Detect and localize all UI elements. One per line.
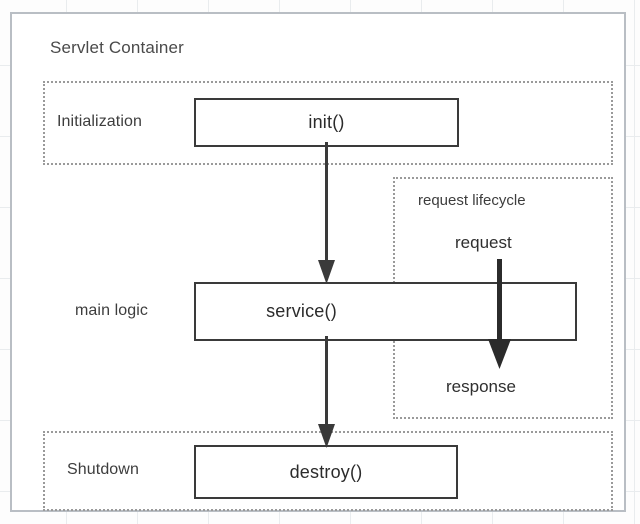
method-box-init-label: init() [308, 112, 345, 132]
servlet-container-title: Servlet Container [50, 38, 184, 57]
phase-label-main-logic: main logic [75, 302, 149, 319]
response-label: response [446, 377, 516, 396]
servlet-container-frame: Servlet Container Initialization main lo… [10, 12, 626, 512]
request-label: request [455, 233, 512, 252]
method-box-init[interactable]: init() [194, 98, 459, 147]
method-box-service-label: service() [266, 301, 337, 321]
method-box-destroy[interactable]: destroy() [194, 445, 458, 499]
phase-label-initialization: Initialization [57, 113, 143, 130]
request-lifecycle-title: request lifecycle [418, 192, 526, 209]
diagram-canvas: Servlet Container Initialization main lo… [0, 0, 640, 524]
phase-label-shutdown: Shutdown [67, 461, 139, 478]
method-box-destroy-label: destroy() [289, 461, 363, 482]
method-box-service[interactable]: service() [194, 282, 577, 341]
